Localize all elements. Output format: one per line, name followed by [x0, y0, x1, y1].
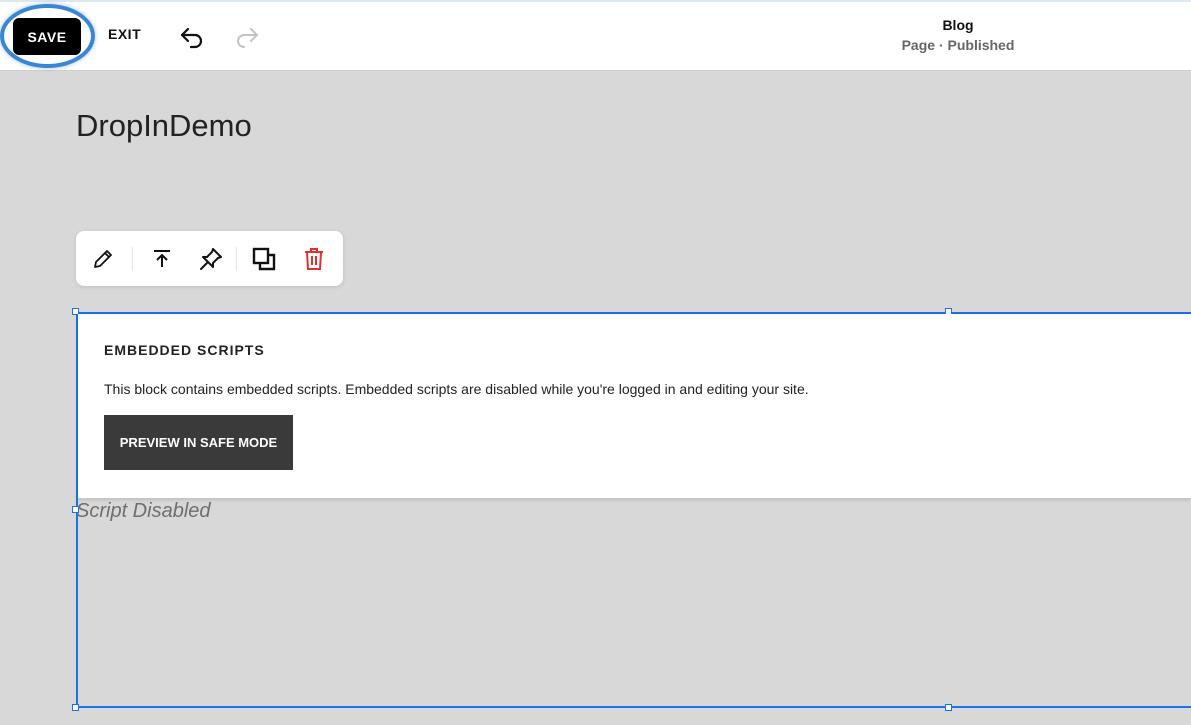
resize-handle-bottom-left[interactable]: [72, 704, 79, 711]
save-button[interactable]: SAVE: [13, 18, 81, 55]
page-info: Blog Page · Published: [858, 15, 1058, 55]
embed-description: This block contains embedded scripts. Em…: [104, 381, 809, 397]
redo-icon[interactable]: [233, 24, 261, 50]
undo-icon[interactable]: [178, 24, 206, 50]
exit-button[interactable]: EXIT: [108, 26, 141, 42]
block-toolbar: [76, 231, 343, 286]
resize-handle-bottom[interactable]: [945, 704, 952, 711]
trash-icon[interactable]: [300, 245, 328, 273]
toolbar-divider: [132, 247, 133, 271]
page-status: Page · Published: [901, 37, 1015, 53]
embed-heading: EMBEDDED SCRIPTS: [104, 342, 265, 358]
preview-safe-mode-button[interactable]: PREVIEW IN SAFE MODE: [104, 415, 293, 470]
duplicate-icon[interactable]: [250, 245, 278, 273]
arrow-up-to-line-icon[interactable]: [148, 245, 176, 273]
pencil-icon[interactable]: [89, 245, 117, 273]
editor-top-bar: SAVE EXIT Blog Page · Published: [0, 0, 1191, 71]
site-title: DropInDemo: [76, 108, 252, 143]
embedded-scripts-notice: EMBEDDED SCRIPTS This block contains emb…: [78, 314, 1191, 498]
page-name: Blog: [942, 17, 974, 33]
toolbar-divider: [236, 247, 237, 271]
script-disabled-placeholder: Script Disabled: [76, 500, 211, 522]
pin-icon[interactable]: [197, 245, 225, 273]
